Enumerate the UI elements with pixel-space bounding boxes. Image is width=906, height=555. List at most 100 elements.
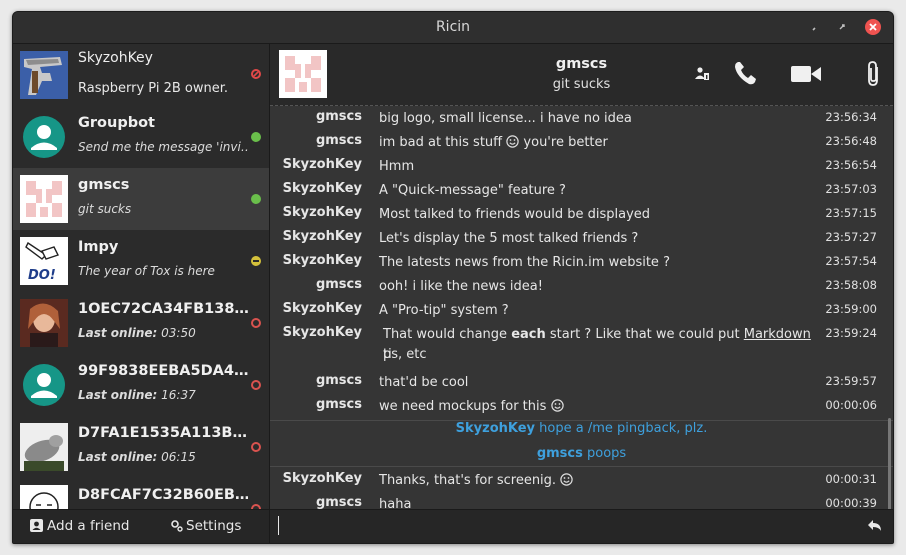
contact-name: D8FCAF7C32B60EB…	[78, 487, 248, 503]
contact-1oec72[interactable]: 1OEC72CA34FB138… Last online: 03:50	[13, 292, 269, 354]
message-row: SkyzohKey Most talked to friends would b…	[270, 202, 893, 226]
message-text-part: start ? Like that we could put	[549, 327, 740, 342]
message-row: SkyzohKey A "Pro-tip" system ? 23:59:00	[270, 298, 893, 322]
message-author: SkyzohKey	[282, 471, 362, 486]
message-row: gmscs im bad at this stuff you're better…	[270, 130, 893, 154]
message-author: SkyzohKey	[282, 229, 362, 244]
contact-gmscs[interactable]: gmscs git sucks	[13, 168, 269, 230]
message-bold-text: each	[511, 327, 546, 342]
self-profile[interactable]: SkyzohKey Raspberry Pi 2B owner.	[13, 44, 269, 106]
message-author: SkyzohKey	[282, 205, 362, 220]
message-author: SkyzohKey	[282, 325, 362, 340]
message-row: gmscs we need mockups for this 00:00:06	[270, 394, 893, 418]
message-text: The latests news from the Ricin.im websi…	[379, 255, 670, 270]
send-button[interactable]	[867, 517, 883, 537]
message-time: 23:56:34	[825, 110, 877, 124]
contact-last-online: Last online: 03:50	[78, 326, 248, 340]
contact-name: D7FA1E1535A113B…	[78, 425, 247, 441]
message-text: A "Pro-tip" system ?	[379, 303, 509, 318]
contact-avatar: DO!	[20, 237, 68, 285]
close-button[interactable]	[865, 19, 881, 35]
self-status-message: Raspberry Pi 2B owner.	[78, 81, 229, 96]
message-time: 00:00:06	[825, 398, 877, 412]
last-online-time: 16:37	[161, 388, 196, 402]
contact-name: Impy	[78, 239, 119, 255]
contact-status-message: The year of Tox is here	[78, 264, 215, 278]
attach-file-button[interactable]	[866, 61, 882, 91]
message-text: big logo, small license... i have no ide…	[379, 111, 632, 126]
divider	[270, 466, 893, 467]
message-time: 23:57:54	[825, 254, 877, 268]
message-text-part: im bad at this stuff	[379, 135, 503, 150]
settings-label: Settings	[186, 518, 242, 534]
contact-avatar	[20, 361, 68, 409]
contact-info-icon	[695, 67, 709, 80]
last-online-time: 03:50	[161, 326, 196, 340]
message-link[interactable]: Markdown	[744, 327, 811, 342]
message-text: ooh! i like the news idea!	[379, 279, 543, 294]
action-message: SkyzohKey hope a /me pingback, plz.	[270, 418, 893, 442]
message-row: SkyzohKey A "Quick-message" feature ? 23…	[270, 178, 893, 202]
message-text: we need mockups for this	[379, 397, 819, 417]
last-online-time: 06:15	[161, 450, 196, 464]
contact-avatar	[20, 299, 68, 347]
scrollbar[interactable]	[888, 418, 891, 511]
message-author: gmscs	[315, 495, 362, 510]
message-author: SkyzohKey	[282, 301, 362, 316]
message-author: gmscs	[315, 373, 362, 388]
message-text-part: That would change	[383, 327, 508, 342]
settings-button[interactable]: Settings	[170, 518, 241, 534]
contact-99f983[interactable]: 99F9838EEBA5DA4… Last online: 16:37	[13, 354, 269, 416]
contact-impy[interactable]: DO! Impy The year of Tox is here	[13, 230, 269, 292]
action-text: hope a /me pingback, plz.	[539, 421, 708, 436]
self-avatar[interactable]	[20, 51, 68, 99]
maximize-button[interactable]	[835, 20, 849, 34]
add-friend-button[interactable]: Add a friend	[30, 518, 129, 534]
message-text: Let's display the 5 most talked friends …	[379, 231, 639, 246]
window-title: Ricin	[435, 19, 471, 35]
message-author: SkyzohKey	[282, 157, 362, 172]
smile-emoji-icon	[506, 135, 519, 148]
contact-groupbot[interactable]: Groupbot Send me the message 'invi…	[13, 106, 269, 168]
minimize-button[interactable]	[809, 20, 823, 34]
message-row: SkyzohKey That would change each start ?…	[270, 322, 893, 366]
contact-last-online: Last online: 06:15	[78, 450, 248, 464]
contact-status-message: Send me the message 'invi…	[78, 140, 248, 154]
message-text-part: we need mockups for this	[379, 399, 547, 414]
message-row: gmscs that'd be cool 23:59:57	[270, 370, 893, 394]
close-icon	[869, 23, 877, 31]
message-input[interactable]	[278, 516, 279, 535]
message-author: SkyzohKey	[282, 181, 362, 196]
message-time: 23:56:54	[825, 158, 877, 172]
contact-name: Groupbot	[78, 115, 155, 131]
minimize-icon	[812, 27, 816, 31]
contact-status-message: git sucks	[78, 202, 132, 216]
offline-status-icon	[251, 318, 261, 328]
message-time: 23:57:27	[825, 230, 877, 244]
smile-emoji-icon	[550, 399, 564, 412]
contact-avatar	[20, 175, 68, 223]
smile-emoji-icon	[560, 473, 573, 486]
message-input-bar	[270, 509, 893, 543]
contact-avatar	[20, 113, 68, 161]
message-text-part: Thanks, that's for screenig.	[379, 473, 557, 488]
message-author: gmscs	[315, 133, 362, 148]
self-status-busy-icon[interactable]	[251, 69, 261, 79]
message-text-part: you're better	[523, 135, 608, 150]
message-row: gmscs big logo, small license... i have …	[270, 106, 893, 130]
message-text: that'd be cool	[379, 375, 469, 390]
away-status-icon	[251, 256, 261, 266]
contact-name: 99F9838EEBA5DA4…	[78, 363, 248, 379]
message-time: 00:00:39	[825, 496, 877, 510]
paperclip-icon	[868, 61, 878, 86]
action-author: SkyzohKey	[455, 421, 536, 436]
voice-call-button[interactable]	[733, 60, 759, 90]
video-call-button[interactable]	[790, 64, 822, 88]
message-author: gmscs	[315, 109, 362, 124]
message-time: 23:56:48	[825, 134, 877, 148]
app-window: Ricin SkyzohKey Raspberry Pi 2B owner. G…	[12, 11, 894, 544]
message-list[interactable]: gmscs big logo, small license... i have …	[270, 106, 893, 511]
message-author: SkyzohKey	[282, 253, 362, 268]
contact-d7fa1e[interactable]: D7FA1E1535A113B… Last online: 06:15	[13, 416, 269, 478]
contact-info-button[interactable]	[694, 66, 710, 86]
